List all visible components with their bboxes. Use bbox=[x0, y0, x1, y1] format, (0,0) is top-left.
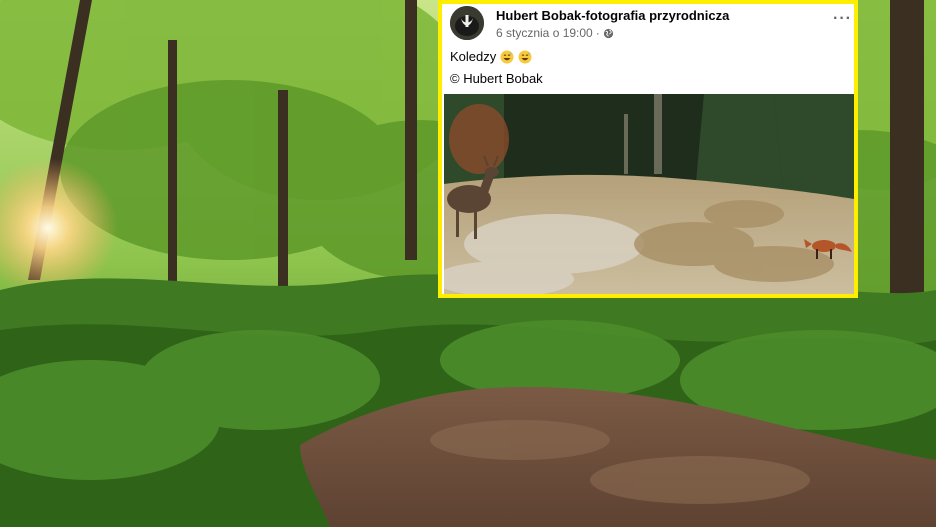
post-body: Koledzy © Hubert Bobak bbox=[450, 46, 543, 90]
globe-icon bbox=[603, 28, 613, 38]
deer-and-fox-photo[interactable] bbox=[444, 94, 854, 294]
post-caption: Koledzy bbox=[450, 49, 497, 64]
grinning-sweat-emoji bbox=[518, 50, 532, 64]
post-caption-line: Koledzy bbox=[450, 46, 543, 68]
badger-avatar-icon bbox=[450, 6, 484, 40]
grinning-sweat-emoji bbox=[500, 50, 514, 64]
post-credit-line: © Hubert Bobak bbox=[450, 68, 543, 90]
post-timestamp[interactable]: 6 stycznia o 19:00 bbox=[496, 26, 593, 40]
more-options-icon[interactable]: ··· bbox=[833, 10, 852, 28]
post-author-name[interactable]: Hubert Bobak-fotografia przyrodnicza bbox=[496, 8, 729, 23]
author-avatar[interactable] bbox=[450, 6, 484, 40]
meta-separator: · bbox=[595, 26, 600, 40]
facebook-post-card: Hubert Bobak-fotografia przyrodnicza 6 s… bbox=[438, 0, 858, 298]
post-header: Hubert Bobak-fotografia przyrodnicza 6 s… bbox=[450, 6, 851, 42]
post-meta: 6 stycznia o 19:00 · bbox=[496, 26, 614, 40]
post-credit: © Hubert Bobak bbox=[450, 71, 543, 86]
